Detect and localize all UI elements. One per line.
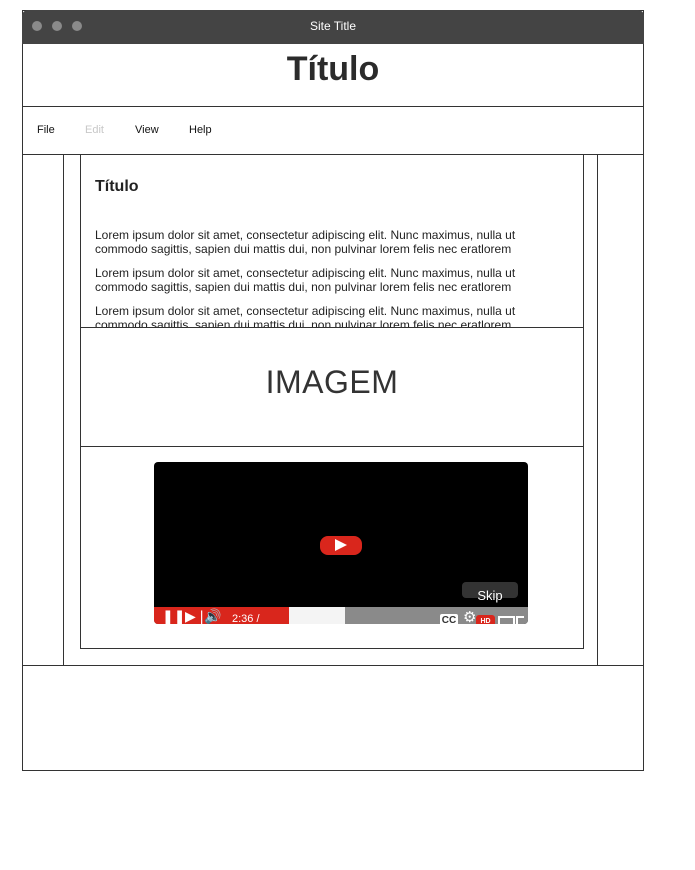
skip-ad-button[interactable]: Skip xyxy=(462,582,518,603)
article-section: Título Lorem ipsum dolor sit amet, conse… xyxy=(81,155,583,328)
play-button[interactable] xyxy=(320,536,362,555)
buffered-progress[interactable] xyxy=(289,607,345,624)
video-section: Skip ❚❚ ▶❘ 🔊 2:36 / CC ⚙ HD xyxy=(81,447,583,647)
fullscreen-icon[interactable] xyxy=(516,616,524,624)
image-placeholder: IMAGEM xyxy=(81,328,583,447)
volume-icon[interactable]: 🔊 xyxy=(204,609,221,623)
content-panel: Título Lorem ipsum dolor sit amet, conse… xyxy=(80,155,584,649)
site-header: Título xyxy=(23,44,643,107)
article-paragraph: Lorem ipsum dolor sit amet, consectetur … xyxy=(95,304,516,328)
captions-button[interactable]: CC xyxy=(440,614,458,624)
browser-window: Site Title Título File Edit View Help Tí… xyxy=(22,10,644,771)
menu-item-file[interactable]: File xyxy=(37,124,55,136)
article-paragraph: Lorem ipsum dolor sit amet, consectetur … xyxy=(95,228,516,256)
video-controls: ❚❚ ▶❘ 🔊 2:36 / CC ⚙ HD xyxy=(154,607,528,624)
menu-item-view[interactable]: View xyxy=(135,124,159,136)
menu-bar: File Edit View Help xyxy=(23,107,643,155)
hd-badge: HD xyxy=(476,615,495,624)
left-column-divider xyxy=(63,155,64,665)
right-column-divider xyxy=(597,155,598,665)
gear-icon[interactable]: ⚙ xyxy=(463,608,476,624)
page-title: Título xyxy=(286,50,380,88)
play-icon xyxy=(335,539,347,551)
article-paragraph: Lorem ipsum dolor sit amet, consectetur … xyxy=(95,266,516,294)
window-title: Site Title xyxy=(309,19,357,33)
video-player[interactable]: Skip ❚❚ ▶❘ 🔊 2:36 / CC ⚙ HD xyxy=(154,462,528,624)
article-title: Título xyxy=(95,178,139,195)
window-titlebar[interactable]: Site Title xyxy=(22,10,644,44)
theater-mode-icon[interactable] xyxy=(498,616,515,624)
menu-item-help[interactable]: Help xyxy=(189,124,212,136)
image-placeholder-label: IMAGEM xyxy=(265,364,399,400)
menu-item-edit: Edit xyxy=(85,124,104,136)
pause-icon[interactable]: ❚❚ xyxy=(162,609,185,623)
main-area: Título Lorem ipsum dolor sit amet, conse… xyxy=(23,155,643,665)
time-display: 2:36 / xyxy=(232,613,260,624)
site-footer xyxy=(23,665,643,771)
